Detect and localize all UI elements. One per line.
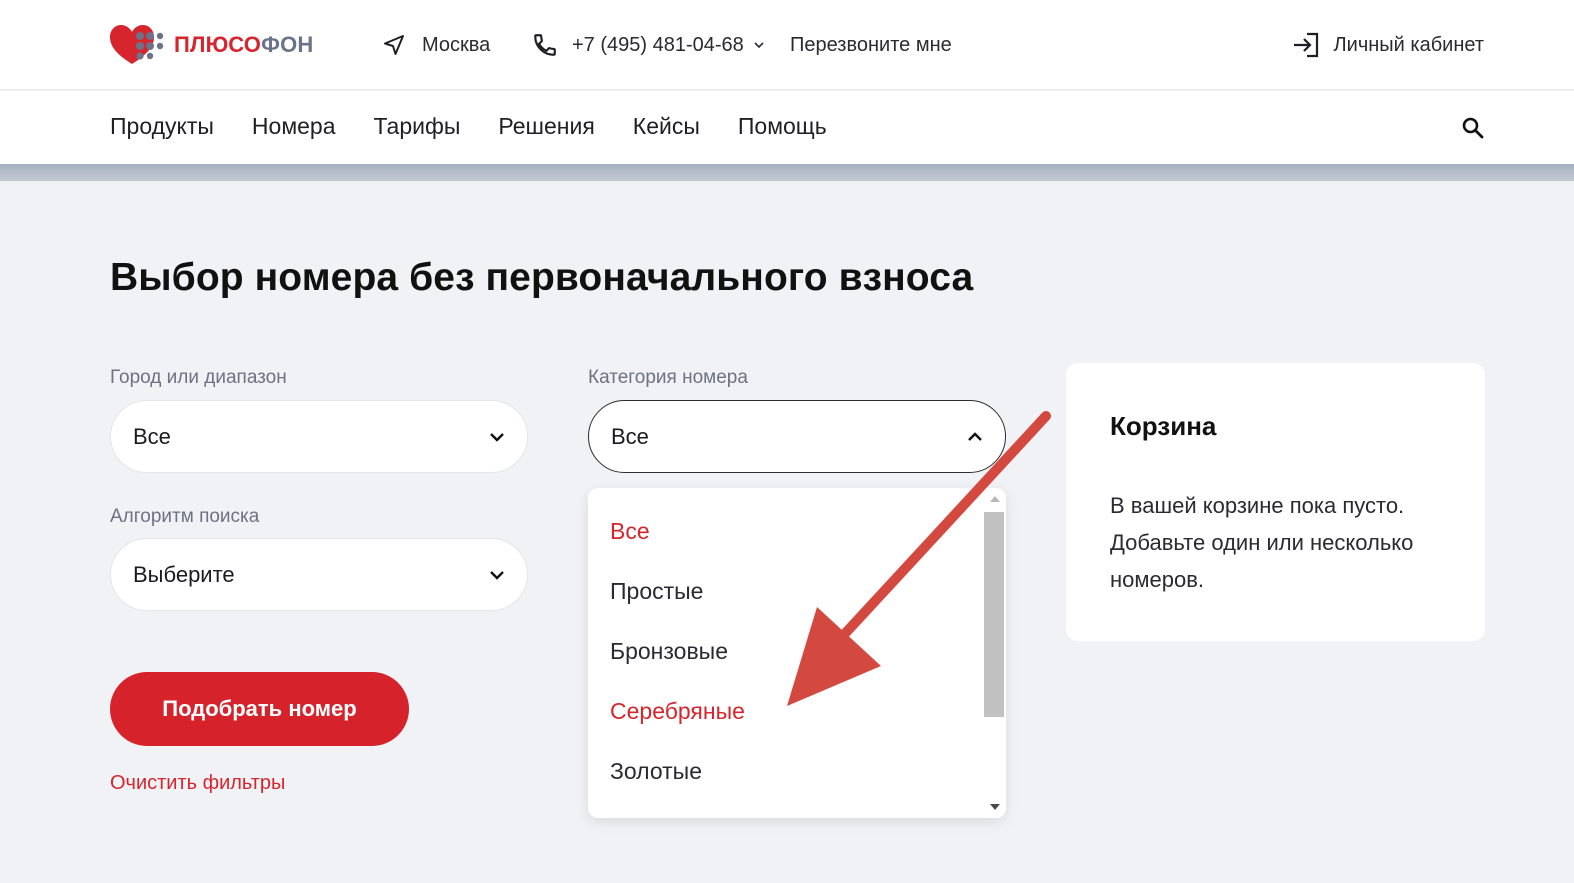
dropdown-option-silver[interactable]: Серебряные xyxy=(610,698,745,725)
top-header: ПЛЮСОФОН Москва +7 (495) 481-04-68 Перез… xyxy=(0,0,1574,90)
header-shadow-band xyxy=(0,164,1574,181)
nav-item-solutions[interactable]: Решения xyxy=(498,113,594,140)
nav-item-products[interactable]: Продукты xyxy=(110,113,214,140)
chevron-down-icon xyxy=(754,42,764,49)
nav-list: Продукты Номера Тарифы Решения Кейсы Пом… xyxy=(110,113,827,140)
search-icon xyxy=(1462,117,1484,139)
chevron-down-icon xyxy=(487,427,507,447)
scroll-down-icon[interactable] xyxy=(990,804,1000,810)
location-arrow-icon xyxy=(384,35,404,55)
category-filter-select[interactable]: Все xyxy=(588,400,1006,473)
city-filter-value: Все xyxy=(133,423,171,449)
dropdown-scrollbar[interactable] xyxy=(982,488,1006,818)
nav-item-tariffs[interactable]: Тарифы xyxy=(374,113,461,140)
category-filter-label: Категория номера xyxy=(588,367,748,388)
main-nav: Продукты Номера Тарифы Решения Кейсы Пом… xyxy=(0,91,1574,164)
algorithm-filter-select[interactable]: Выберите xyxy=(110,538,528,611)
phone-selector[interactable]: +7 (495) 481-04-68 xyxy=(532,28,764,62)
category-dropdown-list: Все Простые Бронзовые Серебряные Золотые xyxy=(588,488,1006,818)
city-selector[interactable]: Москва xyxy=(382,28,490,62)
phone-icon xyxy=(534,34,556,56)
logo-text: ПЛЮСОФОН xyxy=(174,32,314,57)
clear-filters-link[interactable]: Очистить фильтры xyxy=(110,772,285,795)
dropdown-option-all[interactable]: Все xyxy=(610,518,650,545)
city-filter-select[interactable]: Все xyxy=(110,400,528,473)
phone-number: +7 (495) 481-04-68 xyxy=(572,33,744,56)
nav-item-help[interactable]: Помощь xyxy=(738,113,827,140)
chevron-up-icon xyxy=(965,427,985,447)
dropdown-option-gold[interactable]: Золотые xyxy=(610,758,702,785)
nav-item-numbers[interactable]: Номера xyxy=(252,113,336,140)
city-label: Москва xyxy=(422,33,491,56)
login-icon xyxy=(1293,32,1318,58)
account-link[interactable]: Личный кабинет xyxy=(1292,28,1484,62)
dropdown-option-simple[interactable]: Простые xyxy=(610,578,703,605)
cart-title: Корзина xyxy=(1110,411,1217,441)
chevron-down-icon xyxy=(487,565,507,585)
dropdown-option-bronze[interactable]: Бронзовые xyxy=(610,638,728,665)
algorithm-filter-value: Выберите xyxy=(133,561,235,587)
search-button[interactable] xyxy=(1458,113,1488,143)
category-filter-value: Все xyxy=(611,423,649,449)
logo[interactable]: ПЛЮСОФОН xyxy=(110,24,314,66)
callback-link[interactable]: Перезвоните мне xyxy=(790,28,952,62)
scroll-up-icon[interactable] xyxy=(990,496,1000,502)
logo-heart-icon xyxy=(110,25,164,64)
find-number-button[interactable]: Подобрать номер xyxy=(110,672,409,746)
cart-panel: Корзина В вашей корзине пока пусто. Доба… xyxy=(1066,363,1485,641)
cart-empty-text: В вашей корзине пока пусто. Добавьте оди… xyxy=(1110,493,1414,592)
nav-item-cases[interactable]: Кейсы xyxy=(633,113,700,140)
page-title: Выбор номера без первоначального взноса xyxy=(110,256,974,299)
scrollbar-thumb[interactable] xyxy=(984,512,1004,717)
city-filter-label: Город или диапазон xyxy=(110,367,287,388)
account-label: Личный кабинет xyxy=(1333,33,1484,56)
algorithm-filter-label: Алгоритм поиска xyxy=(110,506,260,527)
